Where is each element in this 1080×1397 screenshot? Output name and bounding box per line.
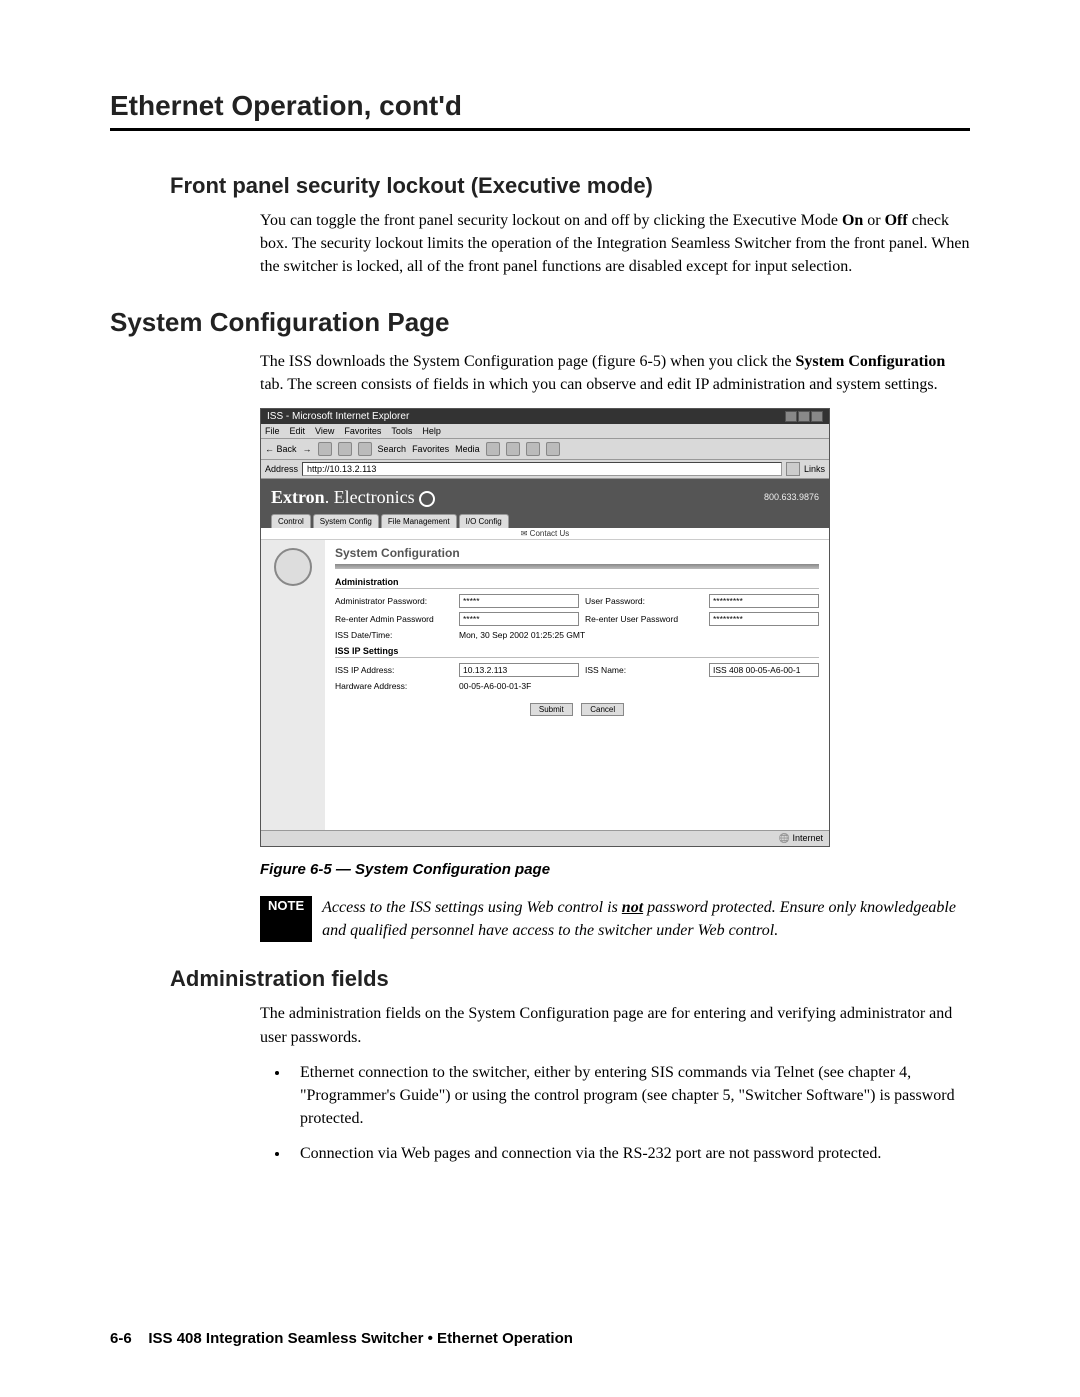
tab-io-config[interactable]: I/O Config (459, 514, 509, 528)
re-user-input[interactable]: ********* (709, 612, 819, 626)
contact-link[interactable]: ✉ Contact Us (261, 528, 829, 540)
text: You can toggle the front panel security … (260, 212, 842, 229)
extron-header: Extron. Electronics 800.633.9876 Control… (261, 479, 829, 528)
ie-toolbar: ← Back → Search Favorites Media (261, 439, 829, 460)
extron-body: System Configuration Administration Admi… (261, 540, 829, 830)
paragraph-lockout: You can toggle the front panel security … (260, 209, 970, 279)
edit-icon[interactable] (546, 442, 560, 456)
text-off: Off (885, 212, 908, 229)
list-item: Connection via Web pages and connection … (290, 1142, 970, 1165)
ip-section-heading: ISS IP Settings (335, 646, 819, 658)
bullet-list: Ethernet connection to the switcher, eit… (290, 1061, 970, 1166)
ip-input[interactable]: 10.13.2.113 (459, 663, 579, 677)
section-heading-lockout: Front panel security lockout (Executive … (170, 173, 970, 199)
status-right: 🌐 Internet (779, 833, 823, 844)
menu-favorites[interactable]: Favorites (344, 426, 381, 436)
back-button[interactable]: ← Back (265, 444, 297, 454)
menu-tools[interactable]: Tools (391, 426, 412, 436)
close-icon[interactable] (811, 411, 823, 422)
ie-address-bar: Address http://10.13.2.113 Links (261, 460, 829, 479)
menu-view[interactable]: View (315, 426, 334, 436)
main-content: System Configuration Administration Admi… (325, 540, 829, 830)
figure-6-5: ISS - Microsoft Internet Explorer File E… (260, 408, 830, 847)
text-tabname: System Configuration (795, 353, 945, 370)
hw-value: 00-05-A6-00-01-3F (459, 681, 819, 691)
text: or (863, 212, 884, 229)
divider (335, 564, 819, 569)
name-label: ISS Name: (585, 665, 703, 675)
logo-globe-icon (274, 548, 312, 586)
print-icon[interactable] (526, 442, 540, 456)
address-label: Address (265, 464, 298, 474)
ie-titlebar: ISS - Microsoft Internet Explorer (261, 409, 829, 424)
note-text: Access to the ISS settings using Web con… (322, 896, 970, 942)
menu-help[interactable]: Help (422, 426, 441, 436)
note-block: NOTE Access to the ISS settings using We… (260, 896, 970, 942)
datetime-value: Mon, 30 Sep 2002 01:25:25 GMT (459, 630, 819, 640)
page-title: System Configuration (335, 546, 819, 560)
menu-file[interactable]: File (265, 426, 280, 436)
go-button[interactable] (786, 462, 800, 476)
tab-file-management[interactable]: File Management (381, 514, 457, 528)
media-button[interactable]: Media (455, 444, 480, 454)
document-page: Ethernet Operation, cont'd Front panel s… (0, 0, 1080, 1397)
history-icon[interactable] (486, 442, 500, 456)
re-admin-input[interactable]: ***** (459, 612, 579, 626)
paragraph-sysconfig: The ISS downloads the System Configurati… (260, 350, 970, 396)
note-badge: NOTE (260, 896, 312, 942)
stop-icon[interactable] (318, 442, 332, 456)
admin-pw-label: Administrator Password: (335, 596, 453, 606)
page-number: 6-6 (110, 1330, 132, 1347)
cancel-button[interactable]: Cancel (581, 703, 624, 716)
ip-label: ISS IP Address: (335, 665, 453, 675)
section-heading-admin-fields: Administration fields (170, 966, 970, 992)
section-heading-sysconfig: System Configuration Page (110, 307, 970, 338)
globe-icon (419, 491, 435, 507)
paragraph-admin-fields: The administration fields on the System … (260, 1002, 970, 1048)
figure-caption: Figure 6-5 — System Configuration page (260, 861, 970, 878)
minimize-icon[interactable] (785, 411, 797, 422)
tab-control[interactable]: Control (271, 514, 311, 528)
maximize-icon[interactable] (798, 411, 810, 422)
name-input[interactable]: ISS 408 00-05-A6-00-1 (709, 663, 819, 677)
search-button[interactable]: Search (378, 444, 407, 454)
admin-pw-input[interactable]: ***** (459, 594, 579, 608)
hw-label: Hardware Address: (335, 681, 453, 691)
favorites-button[interactable]: Favorites (412, 444, 449, 454)
links-label[interactable]: Links (804, 464, 825, 474)
ie-window-buttons (785, 411, 823, 422)
extron-tabs: Control System Config File Management I/… (271, 514, 819, 528)
address-input[interactable]: http://10.13.2.113 (302, 462, 782, 476)
phone-number: 800.633.9876 (764, 492, 819, 502)
ie-window-title: ISS - Microsoft Internet Explorer (267, 411, 409, 422)
submit-button[interactable]: Submit (530, 703, 573, 716)
admin-section-heading: Administration (335, 577, 819, 589)
refresh-icon[interactable] (338, 442, 352, 456)
footer-text: ISS 408 Integration Seamless Switcher • … (148, 1330, 573, 1347)
tab-system-config[interactable]: System Config (313, 514, 379, 528)
page-footer: 6-6 ISS 408 Integration Seamless Switche… (110, 1330, 573, 1347)
list-item: Ethernet connection to the switcher, eit… (290, 1061, 970, 1131)
text: tab. The screen consists of fields in wh… (260, 376, 938, 393)
ie-menubar: File Edit View Favorites Tools Help (261, 424, 829, 439)
sidebar (261, 540, 325, 830)
forward-button[interactable]: → (303, 444, 312, 454)
text-on: On (842, 212, 863, 229)
mail-icon[interactable] (506, 442, 520, 456)
user-pw-label: User Password: (585, 596, 703, 606)
ie-statusbar: 🌐 Internet (261, 830, 829, 846)
extron-logo: Extron. Electronics (271, 487, 435, 508)
re-admin-label: Re-enter Admin Password (335, 614, 453, 624)
menu-edit[interactable]: Edit (290, 426, 306, 436)
datetime-label: ISS Date/Time: (335, 630, 453, 640)
user-pw-input[interactable]: ********* (709, 594, 819, 608)
home-icon[interactable] (358, 442, 372, 456)
re-user-label: Re-enter User Password (585, 614, 703, 624)
chapter-title: Ethernet Operation, cont'd (110, 90, 970, 131)
text: The ISS downloads the System Configurati… (260, 353, 795, 370)
